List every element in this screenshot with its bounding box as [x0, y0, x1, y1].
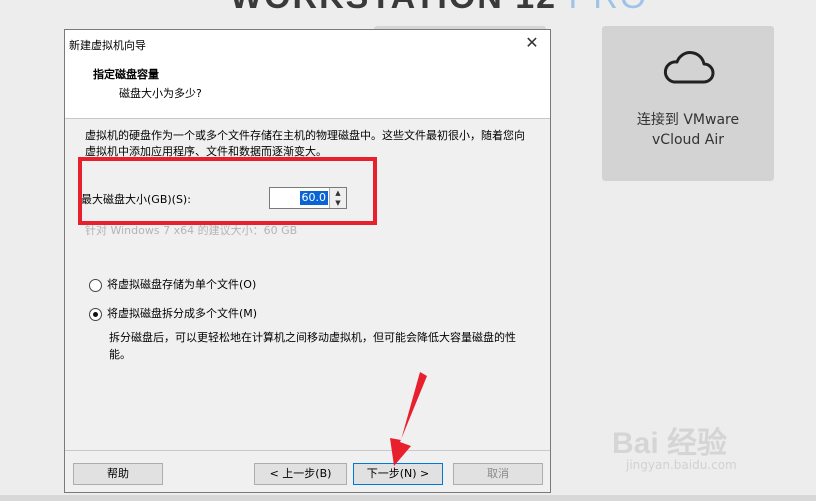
stepper-arrows[interactable]: ▲ ▼ — [329, 188, 346, 208]
background-edge — [0, 495, 816, 501]
back-button[interactable]: < 上一步(B) — [254, 463, 347, 485]
split-files-option[interactable]: 将虚拟磁盘拆分成多个文件(M) — [89, 305, 257, 321]
disk-size-label: 最大磁盘大小(GB)(S): — [81, 193, 191, 206]
header-title: 指定磁盘容量 — [93, 68, 159, 81]
disk-description: 虚拟机的硬盘作为一个或多个文件存储在主机的物理磁盘中。这些文件最初很小，随着您向… — [85, 129, 525, 158]
watermark-url: jingyan.baidu.com — [626, 458, 737, 472]
split-files-radio[interactable] — [89, 307, 102, 321]
connect-vcloud-card[interactable]: 连接到 VMware vCloud Air — [602, 26, 774, 181]
footer-divider — [65, 450, 550, 451]
watermark-brand: Bai 经验 — [612, 427, 728, 460]
dialog-title: 新建虚拟机向导 — [69, 39, 146, 52]
next-button[interactable]: 下一步(N) > — [353, 463, 443, 485]
split-files-note: 拆分磁盘后，可以更轻松地在计算机之间移动虚拟机，但可能会降低大容量磁盘的性能。 — [109, 331, 516, 361]
single-file-label: 将虚拟磁盘存储为单个文件(O) — [107, 278, 257, 291]
disk-size-stepper[interactable]: 60.0 ▲ ▼ — [269, 187, 347, 209]
stepper-up-icon[interactable]: ▲ — [330, 188, 346, 198]
disk-size-value[interactable]: 60.0 — [299, 191, 328, 205]
stepper-down-icon[interactable]: ▼ — [330, 198, 346, 208]
disk-size-row: 最大磁盘大小(GB)(S): 60.0 ▲ ▼ — [81, 186, 381, 210]
app-title-main: WORKSTATION 12 — [230, 0, 557, 16]
single-file-radio[interactable] — [89, 278, 102, 292]
cloud-icon — [663, 51, 715, 84]
app-title: WORKSTATION 12 PRO — [230, 0, 648, 17]
cancel-button[interactable]: 取消 — [453, 463, 543, 485]
connect-vcloud-label: 连接到 VMware vCloud Air — [636, 112, 740, 148]
app-title-pro: PRO — [569, 0, 649, 16]
dialog-titlebar[interactable]: 新建虚拟机向导 ✕ — [65, 30, 550, 58]
recommended-size-hint: 针对 Windows 7 x64 的建议大小：60 GB — [85, 224, 298, 237]
dialog-header: 指定磁盘容量 磁盘大小为多少? — [65, 58, 550, 119]
header-subtitle: 磁盘大小为多少? — [119, 87, 202, 100]
single-file-option[interactable]: 将虚拟磁盘存储为单个文件(O) — [89, 276, 256, 292]
new-vm-wizard-dialog: 新建虚拟机向导 ✕ 指定磁盘容量 磁盘大小为多少? 虚拟机的硬盘作为一个或多个文… — [64, 29, 551, 493]
close-icon[interactable]: ✕ — [520, 32, 544, 54]
split-files-label: 将虚拟磁盘拆分成多个文件(M) — [107, 307, 258, 320]
baidu-watermark: Bai 经验 jingyan.baidu.com — [612, 418, 737, 472]
help-button[interactable]: 帮助 — [73, 463, 163, 485]
